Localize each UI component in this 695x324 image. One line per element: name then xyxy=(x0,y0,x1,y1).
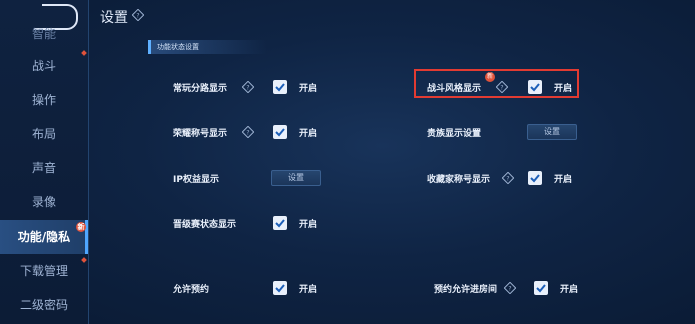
ip-rights-label: IP权益显示 xyxy=(173,175,219,185)
promotion-status-checkbox[interactable] xyxy=(273,216,287,230)
on-label: 开启 xyxy=(299,84,318,94)
noble-display-label: 贵族显示设置 xyxy=(427,129,482,139)
booking-join-room-label: 预约允许进房间 xyxy=(434,285,498,295)
help-icon[interactable]: ? xyxy=(504,282,516,294)
promotion-status-label: 晋级赛状态显示 xyxy=(173,220,237,230)
sidebar: 智能 战斗 操作 布局 声音 录像 功能/隐私 新 下载管理 二级密码 xyxy=(0,0,89,324)
new-badge: 新 xyxy=(76,222,86,232)
page-title: 设置 xyxy=(100,10,128,26)
help-icon[interactable]: ? xyxy=(502,172,514,184)
battle-style-label: 战斗风格显示 xyxy=(427,84,482,94)
svg-text:?: ? xyxy=(136,13,139,20)
new-badge: 新 xyxy=(485,72,495,82)
svg-text:?: ? xyxy=(246,85,249,92)
sidebar-item-layout[interactable]: 布局 xyxy=(0,117,88,151)
check-icon xyxy=(275,128,285,137)
collector-title-label: 收藏家称号显示 xyxy=(427,175,491,185)
sidebar-item-controls[interactable]: 操作 xyxy=(0,83,88,117)
sidebar-item-label: 功能/隐私 xyxy=(17,230,71,244)
on-label: 开启 xyxy=(554,84,573,94)
check-icon xyxy=(530,83,540,92)
on-label: 开启 xyxy=(299,129,318,139)
honor-title-checkbox[interactable] xyxy=(273,125,287,139)
help-icon[interactable]: ? xyxy=(496,81,508,93)
battle-style-checkbox[interactable] xyxy=(528,80,542,94)
help-icon[interactable]: ? xyxy=(242,81,254,93)
on-label: 开启 xyxy=(554,175,573,185)
sidebar-item-battle[interactable]: 战斗 xyxy=(0,49,88,83)
on-label: 开启 xyxy=(299,220,318,230)
common-route-checkbox[interactable] xyxy=(273,80,287,94)
help-icon[interactable]: ? xyxy=(132,9,144,21)
svg-text:?: ? xyxy=(506,176,509,183)
ip-rights-settings-button[interactable]: 设置 xyxy=(271,170,321,186)
check-icon xyxy=(275,284,285,293)
allow-booking-checkbox[interactable] xyxy=(273,281,287,295)
sidebar-item-function-privacy[interactable]: 功能/隐私 新 xyxy=(0,220,88,254)
common-route-label: 常玩分路显示 xyxy=(173,84,228,94)
check-icon xyxy=(530,174,540,183)
booking-join-room-checkbox[interactable] xyxy=(534,281,548,295)
check-icon xyxy=(275,83,285,92)
svg-text:?: ? xyxy=(246,130,249,137)
sidebar-item-replay[interactable]: 录像 xyxy=(0,185,88,219)
on-label: 开启 xyxy=(299,285,318,295)
collector-title-checkbox[interactable] xyxy=(528,171,542,185)
svg-text:?: ? xyxy=(508,286,511,293)
allow-booking-label: 允许预约 xyxy=(173,285,210,295)
check-icon xyxy=(275,219,285,228)
honor-title-label: 荣耀称号显示 xyxy=(173,129,228,139)
noble-settings-button[interactable]: 设置 xyxy=(527,124,577,140)
check-icon xyxy=(536,284,546,293)
sidebar-item-sound[interactable]: 声音 xyxy=(0,151,88,185)
on-label: 开启 xyxy=(560,285,579,295)
section-title: 功能状态设置 xyxy=(148,40,267,54)
svg-text:?: ? xyxy=(500,85,503,92)
help-icon[interactable]: ? xyxy=(242,126,254,138)
sidebar-item-download[interactable]: 下载管理 xyxy=(0,254,88,288)
sidebar-item-smart[interactable]: 智能 xyxy=(0,24,88,44)
sidebar-item-password[interactable]: 二级密码 xyxy=(0,288,88,322)
